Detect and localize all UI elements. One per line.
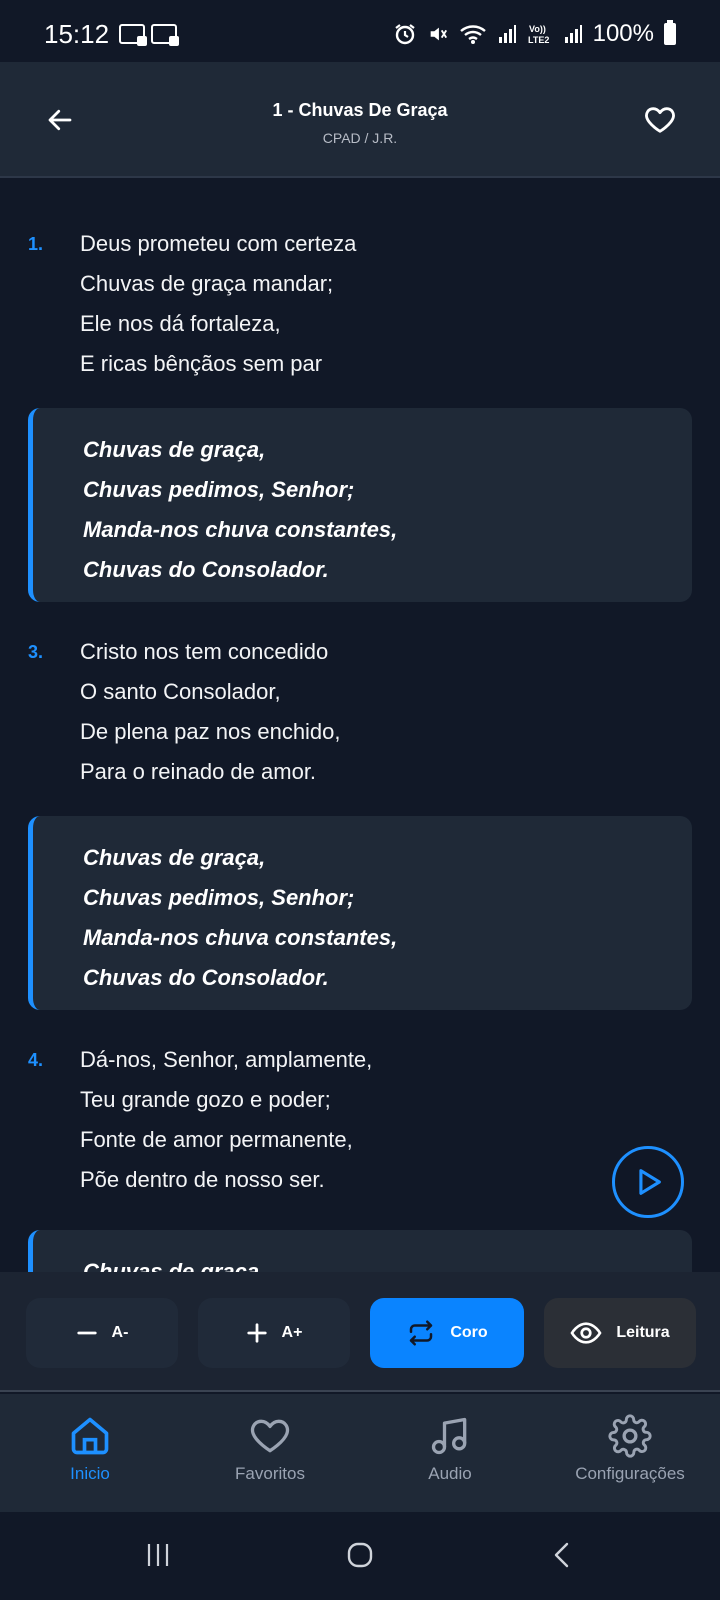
svg-text:Vo)): Vo)) xyxy=(529,24,546,34)
chorus-block: Chuvas de graça, Chuvas pedimos, Senhor;… xyxy=(28,816,692,1010)
nav-label: Inicio xyxy=(70,1464,110,1483)
notification-icons xyxy=(119,24,180,46)
bottom-navigation: Inicio Favoritos Audio Configurações xyxy=(0,1394,720,1512)
play-icon xyxy=(639,1169,661,1195)
chorus-line: Chuvas pedimos, Senhor; xyxy=(83,477,355,502)
chorus-line: Chuvas do Consolador. xyxy=(83,965,329,990)
verse-line: E ricas bênçãos sem par xyxy=(80,351,323,376)
chorus-block: Chuvas de graça, xyxy=(28,1230,692,1272)
nav-label: Favoritos xyxy=(235,1464,305,1483)
lyrics-content[interactable]: 1. Deus prometeu com certeza Chuvas de g… xyxy=(0,180,720,1272)
mute-icon xyxy=(427,23,449,45)
reading-mode-label: Leitura xyxy=(616,1324,670,1341)
music-note-icon xyxy=(431,1417,467,1455)
chorus-toggle-button[interactable]: Coro xyxy=(370,1298,524,1368)
verse-number: 1. xyxy=(28,234,44,254)
status-icons: Vo)) LTE2 100% xyxy=(393,20,676,48)
verse-line: Dá-nos, Senhor, amplamente, xyxy=(80,1047,373,1072)
verse-line: Põe dentro de nosso ser. xyxy=(80,1167,325,1192)
alarm-icon xyxy=(393,22,417,46)
increase-font-label: A+ xyxy=(281,1324,303,1341)
chorus-line: Chuvas do Consolador. xyxy=(83,557,329,582)
status-bar: 15:12 Vo)) LTE2 100% xyxy=(0,0,720,68)
nav-item-audio[interactable]: Audio xyxy=(360,1414,540,1484)
increase-font-button[interactable]: A+ xyxy=(198,1298,350,1368)
chorus-line: Manda-nos chuva constantes, xyxy=(83,925,398,950)
repeat-icon xyxy=(410,1320,433,1346)
nav-item-favoritos[interactable]: Favoritos xyxy=(180,1414,360,1484)
gear-icon xyxy=(608,1414,652,1458)
verse-line: Para o reinado de amor. xyxy=(80,759,317,784)
heart-outline-icon xyxy=(645,107,675,133)
verse-number: 4. xyxy=(28,1050,44,1070)
heart-icon xyxy=(250,1419,290,1453)
svg-text:LTE2: LTE2 xyxy=(528,35,549,45)
notification-icon xyxy=(119,24,148,46)
verse-line: Deus prometeu com certeza xyxy=(80,231,357,256)
verse-number: 3. xyxy=(28,642,44,662)
home-icon xyxy=(71,1417,109,1455)
chorus-line: Chuvas de graça, xyxy=(83,845,266,870)
battery-icon xyxy=(664,20,676,45)
plus-icon xyxy=(246,1323,267,1343)
back-system-button[interactable] xyxy=(532,1530,592,1580)
verse-line: Teu grande gozo e poder; xyxy=(80,1087,331,1112)
hymn-subtitle: CPAD / J.R. xyxy=(322,130,398,146)
nav-item-inicio[interactable]: Inicio xyxy=(0,1414,180,1484)
hymn-title: 1 - Chuvas De Graça xyxy=(272,100,448,120)
verse-line: De plena paz nos enchido, xyxy=(80,719,341,744)
nav-item-configuracoes[interactable]: Configurações xyxy=(540,1414,720,1484)
favorite-button[interactable] xyxy=(638,98,682,142)
verse-line: Fonte de amor permanente, xyxy=(80,1127,353,1152)
verse-line: Cristo nos tem concedido xyxy=(80,639,329,664)
chorus-line: Chuvas pedimos, Senhor; xyxy=(83,885,355,910)
verse-line: Chuvas de graça mandar; xyxy=(80,271,334,296)
system-navigation-bar xyxy=(0,1512,720,1600)
eye-icon xyxy=(570,1322,602,1344)
decrease-font-button[interactable]: A- xyxy=(26,1298,178,1368)
volte-lte2-icon: Vo)) LTE2 xyxy=(527,22,553,46)
play-button[interactable] xyxy=(612,1146,684,1218)
chorus-block: Chuvas de graça, Chuvas pedimos, Senhor;… xyxy=(28,408,692,602)
chevron-left-icon xyxy=(554,1542,569,1568)
minus-icon xyxy=(76,1331,97,1335)
app-header: 1 - Chuvas De Graça CPAD / J.R. xyxy=(0,62,720,178)
chorus-line: Manda-nos chuva constantes, xyxy=(83,517,398,542)
reading-mode-button[interactable]: Leitura xyxy=(544,1298,696,1368)
nav-label: Configurações xyxy=(575,1464,685,1483)
decrease-font-label: A- xyxy=(111,1324,129,1341)
recent-apps-icon xyxy=(147,1544,169,1566)
battery-percent: 100% xyxy=(592,20,654,47)
home-system-button[interactable] xyxy=(330,1530,390,1580)
signal-icon xyxy=(563,24,583,44)
verse-lines: Cristo nos tem concedido O santo Consola… xyxy=(80,632,341,792)
verse-line: Ele nos dá fortaleza, xyxy=(80,311,281,336)
status-time: 15:12 xyxy=(44,18,110,49)
verse-lines: Deus prometeu com certeza Chuvas de graç… xyxy=(80,224,356,384)
home-circle-icon xyxy=(347,1542,373,1568)
chorus-line: Chuvas de graça, xyxy=(83,1259,266,1272)
reading-controls: A- A+ Coro Leitura xyxy=(0,1272,720,1392)
signal-icon xyxy=(497,24,517,44)
wifi-icon xyxy=(459,23,487,45)
verse-lines: Dá-nos, Senhor, amplamente, Teu grande g… xyxy=(80,1040,372,1200)
nav-label: Audio xyxy=(428,1464,472,1483)
verse-line: O santo Consolador, xyxy=(80,679,281,704)
chorus-toggle-label: Coro xyxy=(450,1324,488,1341)
chorus-line: Chuvas de graça, xyxy=(83,437,266,462)
recent-apps-button[interactable] xyxy=(128,1530,188,1580)
notification-icon xyxy=(151,24,180,46)
